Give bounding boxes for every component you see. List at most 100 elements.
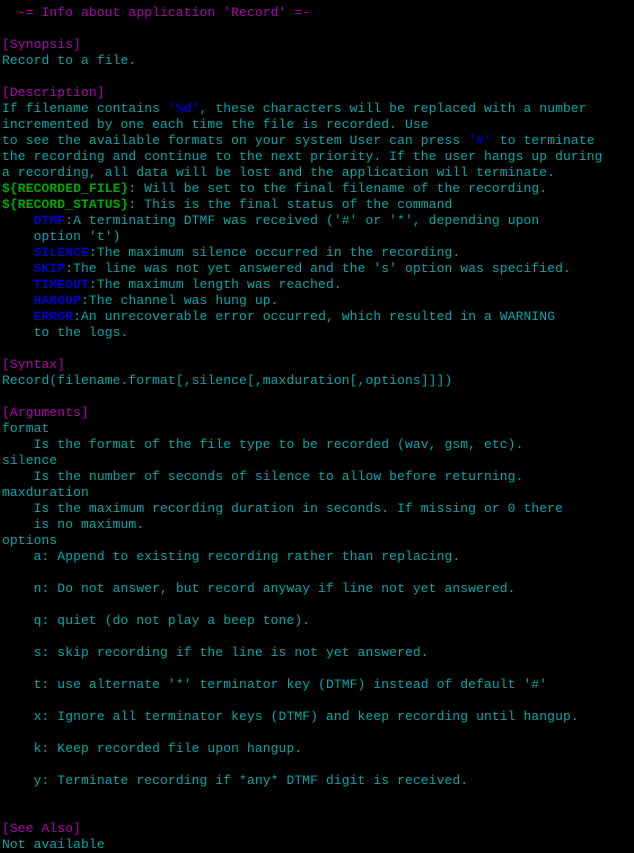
text-segment: If filename contains: [2, 101, 168, 116]
text-segment: [2, 293, 34, 308]
terminal-line: [Arguments]: [2, 405, 634, 421]
highlighted-text: SILENCE: [33, 245, 89, 260]
highlighted-text: ERROR: [33, 309, 74, 324]
terminal-line: q: quiet (do not play a beep tone).: [2, 613, 634, 629]
terminal-line: k: Keep recorded file upon hangup.: [2, 741, 634, 757]
terminal-line: format: [2, 421, 634, 437]
terminal-line: SKIP:The line was not yet answered and t…: [2, 261, 634, 277]
terminal-output: -= Info about application 'Record' =- [Sy…: [0, 0, 634, 853]
text-segment: :A terminating DTMF was received ('#' or…: [65, 213, 540, 228]
text-segment: to see the available formats on your sys…: [2, 133, 469, 148]
terminal-line: HANGUP:The channel was hung up.: [2, 293, 634, 309]
text-segment: Not available: [2, 837, 105, 852]
terminal-line: Not available: [2, 837, 634, 853]
text-segment: : This is the final status of the comman…: [128, 197, 453, 212]
highlighted-text: TIMEOUT: [33, 277, 89, 292]
highlighted-text: SKIP: [33, 261, 66, 276]
section-heading: [Syntax]: [2, 357, 66, 372]
text-segment: x: Ignore all terminator keys (DTMF) and…: [2, 709, 579, 724]
terminal-line: Is the number of seconds of silence to a…: [2, 469, 634, 485]
terminal-line: [See Also]: [2, 821, 634, 837]
text-segment: n: Do not answer, but record anyway if l…: [2, 581, 516, 596]
variable-name: ${RECORD_STATUS}: [2, 197, 129, 212]
section-heading: [Description]: [2, 85, 105, 100]
terminal-line: -= Info about application 'Record' =-: [2, 5, 634, 21]
text-segment: q: quiet (do not play a beep tone).: [2, 613, 311, 628]
terminal-line: Is the format of the file type to be rec…: [2, 437, 634, 453]
text-segment: :The channel was hung up.: [81, 293, 279, 308]
section-heading: [Synopsis]: [2, 37, 82, 52]
terminal-line: y: Terminate recording if *any* DTMF dig…: [2, 773, 634, 789]
text-segment: :An unrecoverable error occurred, which …: [73, 309, 556, 324]
text-segment: [2, 309, 34, 324]
text-segment: Record to a file.: [2, 53, 137, 68]
text-segment: silence: [2, 453, 58, 468]
terminal-line: a: Append to existing recording rather t…: [2, 549, 634, 565]
text-segment: options: [2, 533, 58, 548]
text-segment: y: Terminate recording if *any* DTMF dig…: [2, 773, 469, 788]
text-segment: :The maximum length was reached.: [88, 277, 342, 292]
terminal-line: options: [2, 533, 634, 549]
text-segment: incremented by one each time the file is…: [2, 117, 429, 132]
text-segment: Is the number of seconds of silence to a…: [2, 469, 524, 484]
text-segment: the recording and continue to the next p…: [2, 149, 603, 164]
terminal-line: n: Do not answer, but record anyway if l…: [2, 581, 634, 597]
variable-name: ${RECORDED_FILE}: [2, 181, 129, 196]
text-segment: [2, 245, 34, 260]
terminal-line: x: Ignore all terminator keys (DTMF) and…: [2, 709, 634, 725]
text-segment: option 't'): [2, 229, 121, 244]
terminal-line: t: use alternate '*' terminator key (DTM…: [2, 677, 634, 693]
terminal-line: is no maximum.: [2, 517, 634, 533]
terminal-line: ${RECORD_STATUS}: This is the final stat…: [2, 197, 634, 213]
highlighted-text: '#': [468, 133, 492, 148]
text-segment: a recording, all data will be lost and t…: [2, 165, 556, 180]
terminal-line: Is the maximum recording duration in sec…: [2, 501, 634, 517]
text-segment: :The maximum silence occurred in the rec…: [88, 245, 461, 260]
terminal-line: incremented by one each time the file is…: [2, 117, 634, 133]
text-segment: Is the maximum recording duration in sec…: [2, 501, 563, 516]
text-segment: a: Append to existing recording rather t…: [2, 549, 461, 564]
section-heading: -= Info about application 'Record' =-: [2, 5, 311, 20]
terminal-line: the recording and continue to the next p…: [2, 149, 634, 165]
terminal-line: a recording, all data will be lost and t…: [2, 165, 634, 181]
terminal-line: [Synopsis]: [2, 37, 634, 53]
text-segment: [2, 213, 34, 228]
terminal-line: If filename contains '%d', these charact…: [2, 101, 634, 117]
text-segment: t: use alternate '*' terminator key (DTM…: [2, 677, 548, 692]
text-segment: format: [2, 421, 50, 436]
highlighted-text: DTMF: [33, 213, 66, 228]
terminal-line: option 't'): [2, 229, 634, 245]
terminal-line: TIMEOUT:The maximum length was reached.: [2, 277, 634, 293]
text-segment: to terminate: [491, 133, 595, 148]
text-segment: Is the format of the file type to be rec…: [2, 437, 524, 452]
text-segment: is no maximum.: [2, 517, 145, 532]
terminal-line: ${RECORDED_FILE}: Will be set to the fin…: [2, 181, 634, 197]
highlighted-text: HANGUP: [33, 293, 82, 308]
text-segment: Record(filename.format[,silence[,maxdura…: [2, 373, 453, 388]
terminal-line: to the logs.: [2, 325, 634, 341]
terminal-line: to see the available formats on your sys…: [2, 133, 634, 149]
highlighted-text: '%d': [167, 101, 200, 116]
text-segment: to the logs.: [2, 325, 129, 340]
terminal-line: [Description]: [2, 85, 634, 101]
terminal-line: Record to a file.: [2, 53, 634, 69]
terminal-line: ERROR:An unrecoverable error occurred, w…: [2, 309, 634, 325]
text-segment: k: Keep recorded file upon hangup.: [2, 741, 303, 756]
section-heading: [Arguments]: [2, 405, 89, 420]
text-segment: [2, 277, 34, 292]
terminal-line: s: skip recording if the line is not yet…: [2, 645, 634, 661]
text-segment: [2, 261, 34, 276]
text-segment: s: skip recording if the line is not yet…: [2, 645, 429, 660]
